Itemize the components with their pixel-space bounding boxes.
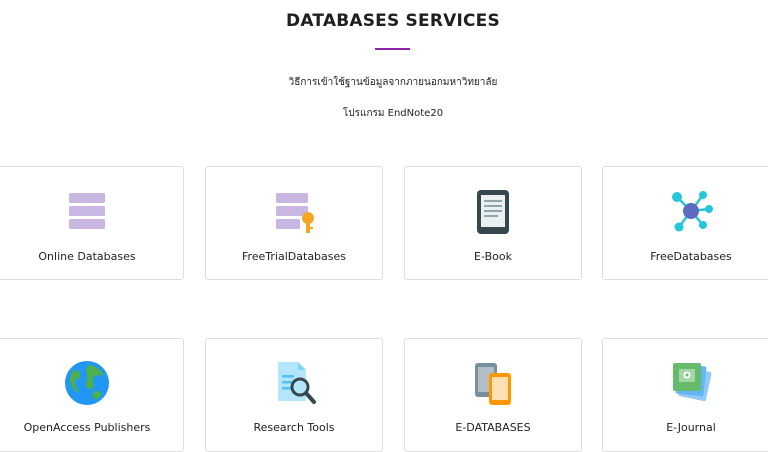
ebook-reader-icon: [469, 187, 517, 235]
card-label: Online Databases: [38, 250, 136, 263]
title-underline: [375, 48, 410, 50]
database-icon: [63, 187, 111, 235]
card-label: E-Journal: [666, 421, 716, 434]
globe-icon: [63, 359, 111, 407]
card-label: FreeDatabases: [650, 250, 732, 263]
card-label: E-DATABASES: [455, 421, 531, 434]
photo-stack-icon: [667, 359, 715, 407]
page-title: DATABASES SERVICES: [286, 11, 500, 31]
database-key-icon: [270, 187, 318, 235]
devices-icon: [469, 359, 517, 407]
card-e-databases[interactable]: E-DATABASES: [404, 338, 582, 452]
endnote-link[interactable]: โปรแกรม EndNote20: [0, 106, 768, 121]
card-e-book[interactable]: E-Book: [404, 166, 582, 280]
card-label: FreeTrialDatabases: [241, 250, 347, 263]
card-research-tools[interactable]: Research Tools: [205, 338, 383, 452]
card-label: Research Tools: [253, 421, 335, 434]
card-label: OpenAccess Publishers: [23, 421, 151, 434]
card-free-trial-databases[interactable]: FreeTrialDatabases: [205, 166, 383, 280]
document-search-icon: [270, 359, 318, 407]
card-label: E-Book: [474, 250, 512, 263]
off-campus-access-link[interactable]: วิธีการเข้าใช้ฐานข้อมูลจากภายนอกมหาวิทยา…: [0, 75, 768, 90]
card-online-databases[interactable]: Online Databases: [0, 166, 184, 280]
card-e-journal[interactable]: E-Journal: [602, 338, 768, 452]
network-nodes-icon: [667, 187, 715, 235]
card-open-access-publishers[interactable]: OpenAccess Publishers: [0, 338, 184, 452]
card-free-databases[interactable]: FreeDatabases: [602, 166, 768, 280]
